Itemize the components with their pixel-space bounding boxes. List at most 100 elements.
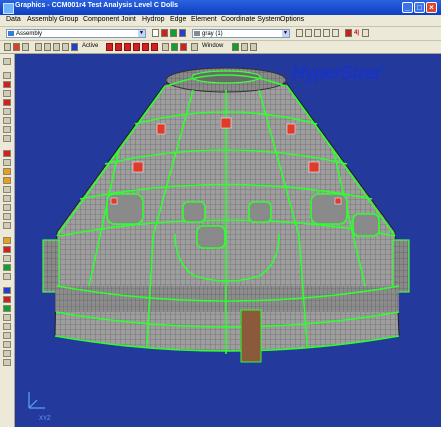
filter-blue-icon[interactable]	[71, 43, 78, 51]
elements-icon[interactable]	[3, 213, 11, 220]
panel-icon[interactable]	[3, 273, 11, 280]
logo-text: HyperSizer	[292, 63, 382, 83]
previous-arrow-icon[interactable]	[115, 43, 122, 51]
axes-triad-icon	[28, 392, 45, 409]
material-icon[interactable]	[3, 323, 11, 330]
graphics-viewport[interactable]: XYZ	[15, 54, 441, 427]
wireframe-icon[interactable]	[3, 159, 11, 166]
zoom-x-icon[interactable]	[296, 29, 303, 37]
failure-icon[interactable]	[3, 296, 11, 303]
view-top-icon[interactable]	[3, 108, 11, 115]
plot-icon[interactable]	[3, 341, 11, 348]
right-side-panel	[392, 239, 410, 293]
menu-joint[interactable]: Joint	[121, 16, 136, 23]
grid-icon[interactable]	[22, 43, 29, 51]
last-arrow-icon[interactable]	[151, 43, 158, 51]
normals-icon[interactable]	[3, 186, 11, 193]
margin-icon[interactable]	[3, 305, 11, 312]
menu-element[interactable]: Element	[191, 16, 217, 23]
green-color-icon[interactable]	[170, 29, 177, 37]
zoom-box-icon[interactable]	[3, 99, 11, 106]
lower-band	[55, 286, 399, 312]
chevron-down-icon[interactable]: ▼	[138, 30, 145, 37]
active-label[interactable]: Active	[82, 43, 98, 49]
close-button[interactable]: ×	[426, 2, 437, 13]
logo-trademark: ®	[381, 63, 385, 69]
view-side-icon[interactable]	[3, 126, 11, 133]
edges-icon[interactable]	[3, 222, 11, 229]
window-title: Graphics - CCM001r4 Test Analysis Level …	[15, 2, 179, 9]
zoom-icon[interactable]	[3, 90, 11, 97]
menu-options[interactable]: Options	[280, 16, 304, 23]
shaded-icon[interactable]	[3, 168, 11, 175]
zoom-z-icon[interactable]	[314, 29, 321, 37]
labels-icon[interactable]	[3, 195, 11, 202]
hatch-panels	[240, 309, 262, 363]
pointer-icon[interactable]	[3, 58, 11, 65]
menu-group[interactable]: Group	[59, 16, 78, 23]
hypersizer-logo: HyperSizer®	[292, 63, 385, 84]
pan-icon[interactable]	[3, 81, 11, 88]
export-icon[interactable]	[3, 350, 11, 357]
window-label[interactable]: Window	[202, 43, 223, 49]
view-front-icon[interactable]	[3, 117, 11, 124]
nodes-icon[interactable]	[3, 204, 11, 211]
capsule-model[interactable]: XYZ	[15, 54, 441, 427]
edit-icon[interactable]	[241, 43, 248, 51]
menu-data[interactable]: Data	[6, 16, 21, 23]
report-icon[interactable]	[3, 332, 11, 339]
group-icon[interactable]	[3, 237, 11, 244]
menu-hydrop[interactable]: Hydrop	[142, 16, 165, 23]
maximize-button[interactable]: □	[414, 2, 425, 13]
joint-icon[interactable]	[3, 255, 11, 262]
check-icon[interactable]	[232, 43, 239, 51]
color-legend-icon[interactable]	[62, 43, 69, 51]
chevron-down-icon[interactable]: ▼	[282, 30, 289, 37]
toolbar-selection: Assembly ▼ gray (1) ▼ 4|	[0, 27, 441, 41]
component-icon[interactable]	[3, 246, 11, 253]
mesh-icon[interactable]	[3, 150, 11, 157]
stringer-icon[interactable]	[3, 264, 11, 271]
refresh-icon[interactable]	[362, 29, 369, 37]
stop-icon[interactable]	[162, 43, 169, 51]
menu-coordinate-system[interactable]: Coordinate System	[221, 16, 281, 23]
marks-icon[interactable]	[345, 29, 352, 37]
print-icon[interactable]	[3, 359, 11, 366]
menu-edge[interactable]: Edge	[170, 16, 186, 23]
app-icon	[3, 3, 14, 14]
window-icon[interactable]	[191, 43, 198, 51]
zoom-y-icon[interactable]	[305, 29, 312, 37]
assembly-select-value: Assembly	[16, 31, 43, 37]
color-select-value: gray (1)	[202, 31, 223, 37]
menu-assembly[interactable]: Assembly	[27, 16, 57, 23]
forward-arrow-icon[interactable]	[133, 43, 140, 51]
layers-icon[interactable]	[53, 43, 60, 51]
hidden-line-icon[interactable]	[3, 177, 11, 184]
menu-component[interactable]: Component	[83, 16, 119, 23]
record-icon[interactable]	[180, 43, 187, 51]
list-icon[interactable]	[44, 43, 51, 51]
select-icon[interactable]	[4, 43, 11, 51]
title-bar[interactable]: Graphics - CCM001r4 Test Analysis Level …	[0, 0, 441, 15]
view-iso-icon[interactable]	[3, 135, 11, 142]
color-select[interactable]: gray (1) ▼	[192, 29, 290, 38]
left-toolbar	[0, 54, 15, 427]
fit-view-icon[interactable]	[323, 29, 330, 37]
rotate-icon[interactable]	[3, 72, 11, 79]
first-arrow-icon[interactable]	[106, 43, 113, 51]
help-icon[interactable]	[250, 43, 257, 51]
menu-bar: Data Assembly Group Component Joint Hydr…	[0, 15, 441, 27]
highlight-icon[interactable]	[13, 43, 20, 51]
blue-color-icon[interactable]	[179, 29, 186, 37]
back-arrow-icon[interactable]	[124, 43, 131, 51]
filter-icon[interactable]	[152, 29, 159, 37]
red-color-icon[interactable]	[161, 29, 168, 37]
next-arrow-icon[interactable]	[142, 43, 149, 51]
settings-icon[interactable]	[332, 29, 339, 37]
minimize-button[interactable]: _	[402, 2, 413, 13]
table-icon[interactable]	[35, 43, 42, 51]
analysis-icon[interactable]	[3, 287, 11, 294]
play-icon[interactable]	[171, 43, 178, 51]
assembly-select[interactable]: Assembly ▼	[6, 29, 146, 38]
load-icon[interactable]	[3, 314, 11, 321]
